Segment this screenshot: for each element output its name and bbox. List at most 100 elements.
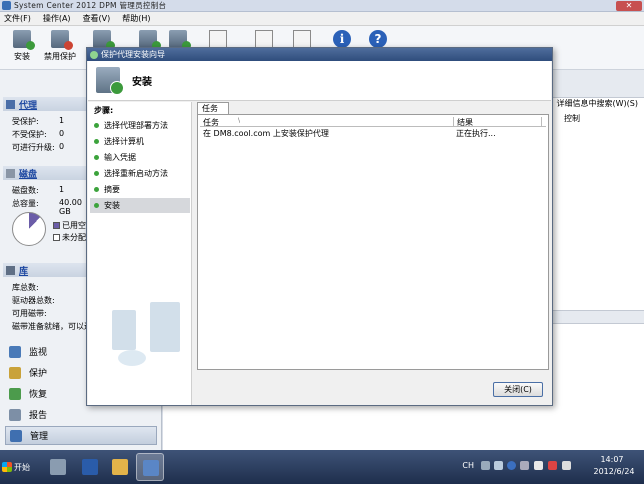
system-tray: CH 14:07 2012/6/24 [440, 450, 640, 484]
input-language-indicator[interactable]: CH [462, 461, 474, 470]
menu-bar: 文件(F) 操作(A) 查看(V) 帮助(H) [0, 12, 644, 26]
header-scroll-stub [541, 117, 547, 127]
tapes-ready-row: 磁带准备就绪，可以进 [12, 322, 92, 331]
wizard-content: 任务 任务 \ 结果 在 DM8.cool.com 上安装保护代理 正在执行..… [196, 102, 550, 372]
search-in-details-link[interactable]: 详细信息中搜索(W)(S) [557, 98, 638, 109]
result-cell: 正在执行... [456, 129, 496, 138]
steps-label: 步骤: [94, 106, 114, 115]
action-center-flag-icon[interactable] [534, 461, 543, 470]
step-complete-icon [94, 155, 99, 160]
drive-total-row: 驱动器总数: [12, 296, 55, 305]
taskbar: 开始 CH 14:07 2012/6/24 [0, 450, 644, 484]
column-header-control: 控制 [564, 114, 580, 123]
menu-help[interactable]: 帮助(H) [122, 13, 150, 24]
disable-protection-label: 禁用保护 [44, 52, 76, 61]
disks-link[interactable]: 磁盘 [19, 167, 37, 180]
step-complete-icon [94, 139, 99, 144]
recovery-icon [9, 387, 21, 400]
column-task[interactable]: 任务 [203, 117, 219, 128]
taskbar-server-manager[interactable] [44, 453, 72, 481]
tasks-tab-pane: 任务 \ 结果 在 DM8.cool.com 上安装保护代理 正在执行... [197, 114, 549, 370]
edit-document-icon [209, 30, 227, 48]
task-cell: 在 DM8.cool.com 上安装保护代理 [203, 129, 329, 138]
legend-used: 已用空 [53, 220, 86, 231]
step-install[interactable]: 安装 [90, 198, 190, 213]
wizard-icon [90, 50, 98, 59]
table-row[interactable]: 在 DM8.cool.com 上安装保护代理 正在执行... [200, 128, 546, 139]
step-current-icon [94, 203, 99, 208]
disk-usage-pie [12, 212, 46, 246]
network-icon[interactable] [548, 461, 557, 470]
dpm-console-icon [143, 460, 159, 476]
taskbar-powershell[interactable] [76, 453, 104, 481]
server-icon [93, 30, 115, 50]
server-icon [139, 30, 161, 50]
step-complete-icon [94, 123, 99, 128]
wizard-decoration-art [98, 302, 188, 392]
step-credentials[interactable]: 输入凭据 [90, 150, 190, 165]
powershell-icon [82, 459, 98, 475]
management-icon [10, 429, 22, 442]
menu-file[interactable]: 文件(F) [4, 13, 31, 24]
dialog-header: 安装 [88, 61, 551, 101]
dialog-header-title: 安装 [132, 77, 152, 88]
legend-unallocated: 未分配 [53, 232, 86, 243]
library-link[interactable]: 库 [19, 264, 28, 277]
info-icon: i [333, 30, 351, 48]
server-manager-icon [50, 459, 66, 475]
disk-count-row: 磁盘数: 1 [12, 185, 65, 195]
unprotected-row: 不受保护: 0 [12, 129, 65, 139]
window-close-button[interactable]: ✕ [616, 1, 642, 11]
sort-indicator: \ [238, 117, 241, 124]
menu-action[interactable]: 操作(A) [43, 13, 71, 24]
clock-date[interactable]: 2012/6/24 [590, 467, 638, 476]
window-title: System Center 2012 DPM 管理员控制台 [14, 1, 167, 10]
step-summary[interactable]: 摘要 [90, 182, 190, 197]
library-icon [6, 265, 15, 275]
monitoring-icon [9, 345, 21, 358]
agents-icon [6, 99, 15, 109]
step-restart-method[interactable]: 选择重新启动方法 [90, 166, 190, 181]
column-result[interactable]: 结果 [453, 117, 473, 127]
reporting-icon [9, 408, 21, 421]
help-tray-icon[interactable] [507, 461, 516, 470]
protected-row: 受保护: 1 [12, 116, 65, 126]
clock-time[interactable]: 14:07 [592, 455, 632, 464]
disk-capacity-row: 总容量: 40.00 GB [12, 198, 82, 216]
nav-management[interactable]: 管理 [5, 426, 157, 445]
start-button[interactable]: 开始 [2, 457, 32, 477]
folder-icon [112, 459, 128, 475]
server-icon [169, 30, 191, 50]
keyboard-icon[interactable] [481, 461, 490, 470]
server-disable-icon [51, 30, 73, 50]
protection-agent-install-wizard: 保护代理安装向导 安装 步骤: 选择代理部署方法 选择计算机 输入凭据 选择重新… [86, 47, 553, 406]
ime-icon[interactable] [494, 461, 503, 470]
disable-protection-button[interactable]: 禁用保护 [40, 30, 80, 62]
available-tapes-row: 可用磁带: [12, 309, 47, 318]
dpm-app-icon [2, 1, 11, 10]
upgradable-row: 可进行升级: 0 [12, 142, 65, 152]
server-install-icon [96, 67, 124, 95]
nav-reporting[interactable]: 报告 [5, 405, 157, 424]
step-complete-icon [94, 171, 99, 176]
agents-link[interactable]: 代理 [19, 98, 37, 111]
library-total-row: 库总数: [12, 283, 39, 292]
volume-icon[interactable] [562, 461, 571, 470]
tray-arrow-icon[interactable] [520, 461, 529, 470]
printer-icon [255, 30, 273, 48]
server-install-icon [13, 30, 35, 50]
step-select-computers[interactable]: 选择计算机 [90, 134, 190, 149]
protection-icon [9, 366, 21, 379]
options-icon [293, 30, 311, 48]
menu-view[interactable]: 查看(V) [83, 13, 111, 24]
close-button[interactable]: 关闭(C) [493, 382, 543, 397]
install-button[interactable]: 安装 [2, 30, 42, 62]
taskbar-dpm-console[interactable] [136, 453, 164, 481]
window-title-bar: System Center 2012 DPM 管理员控制台 ✕ [0, 0, 644, 12]
windows-logo-icon [2, 462, 12, 472]
dialog-title: 保护代理安装向导 [101, 50, 165, 59]
step-deploy-method[interactable]: 选择代理部署方法 [90, 118, 190, 133]
taskbar-explorer[interactable] [106, 453, 134, 481]
tasks-table-header: 任务 \ 结果 [200, 117, 546, 127]
dialog-title-bar: 保护代理安装向导 [87, 48, 552, 61]
